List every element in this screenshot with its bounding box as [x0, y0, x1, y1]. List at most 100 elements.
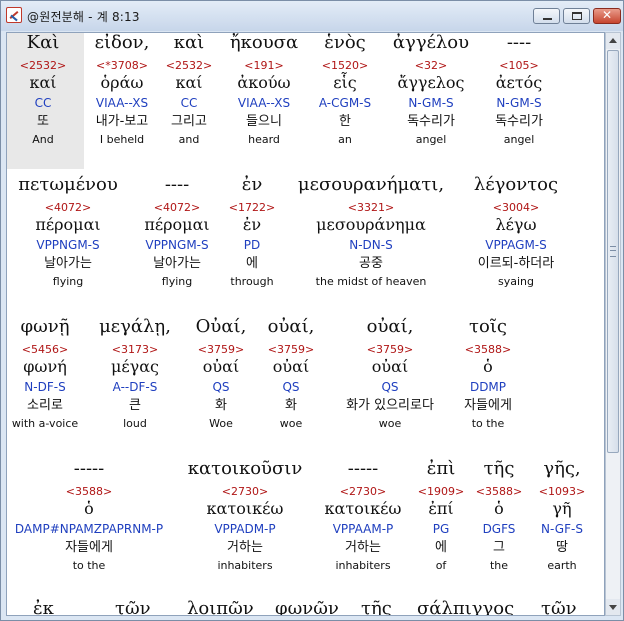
english-gloss: I beheld — [99, 133, 145, 146]
minimize-button[interactable] — [533, 8, 560, 24]
word-cell[interactable]: φωνῇ <5456> φωνή N-DF-S 소리로 with a-voice — [11, 318, 79, 432]
korean-gloss: 큰 — [129, 398, 141, 413]
korean-gloss: 거하는 — [227, 540, 263, 555]
english-gloss: the — [489, 559, 509, 572]
english-gloss: loud — [123, 417, 147, 430]
korean-gloss: 독수리가 — [407, 114, 455, 129]
korean-gloss: 독수리가 — [495, 114, 543, 129]
korean-gloss: 한 — [339, 114, 351, 129]
greek-text: λέγοντος — [473, 174, 559, 195]
word-cell[interactable]: εἶδον, <*3708> ὁράω VIAA--XS 내가-보고 I beh… — [85, 34, 159, 148]
lemma: οὐαί — [371, 357, 409, 376]
greek-text-partial: ἐκ — [33, 598, 54, 616]
word-cell[interactable]: ----- <2730> κατοικέω VPPAAM-P 거하는 inhab… — [317, 460, 409, 574]
english-gloss: Woe — [209, 417, 233, 430]
greek-text: ἑνὸς — [324, 32, 366, 53]
greek-text: πετωμένου — [18, 174, 118, 195]
greek-text: Καὶ — [26, 32, 60, 53]
word-cell[interactable]: ἑνὸς <1520> εἷς A-CGM-S 한 an — [310, 34, 380, 148]
english-gloss: through — [230, 275, 274, 288]
word-cell[interactable]: οὐαί, <3759> οὐαί QS 화 woe — [259, 318, 323, 432]
greek-text: φωνῇ — [20, 316, 70, 337]
word-cell[interactable]: ----- <3588> ὁ DAMP#NPAMZPAPRNM-P 자들에게 t… — [9, 460, 169, 574]
word-cell[interactable]: ἐπὶ <1909> ἐπί PG 에 of — [415, 460, 467, 574]
lemma: ἀκούω — [237, 73, 291, 92]
word-cell[interactable]: γῆς, <1093> γῆ N-GF-S 땅 earth — [531, 460, 593, 574]
parsing-code: N-DF-S — [24, 380, 66, 394]
word-cell[interactable]: κατοικοῦσιν <2730> κατοικέω VPPADM-P 거하는… — [177, 460, 313, 574]
title-bar[interactable]: @원전분해 - 계 8:13 ✕ — [1, 1, 623, 31]
vertical-scrollbar[interactable] — [605, 32, 621, 616]
interlinear-view[interactable]: Καὶ <2532> καί CC 또 And εἶδον, <*3708> ὁ… — [6, 32, 605, 616]
korean-gloss: 자들에게 — [65, 540, 113, 555]
word-cell[interactable]: ---- <4072> πέρομαι VPPNGM-S 날아가는 flying — [133, 176, 221, 290]
parsing-code: DAMP#NPAMZPAPRNM-P — [14, 522, 164, 536]
word-cell[interactable]: Καὶ <2532> καί CC 또 And — [13, 34, 73, 148]
word-cell[interactable]: ---- <105> ἀετός N-GM-S 독수리가 angel — [482, 34, 556, 148]
korean-gloss: 들으니 — [246, 114, 282, 129]
word-cell[interactable]: ἐν <1722> ἐν PD 에 through — [223, 176, 281, 290]
english-gloss: of — [435, 559, 447, 572]
scroll-down-button[interactable] — [606, 599, 620, 615]
parsing-code: N-GM-S — [408, 96, 454, 110]
korean-gloss: 공중 — [359, 256, 383, 271]
lemma: καί — [175, 73, 203, 92]
lemma: φωνή — [23, 357, 67, 376]
greek-text: ---- — [164, 174, 190, 195]
lemma: πέρομαι — [144, 215, 210, 234]
parsing-code: VIAA--XS — [237, 96, 291, 110]
greek-text: μεγάλῃ, — [99, 316, 171, 337]
korean-gloss: 날아가는 — [44, 256, 92, 271]
lemma: ἐν — [242, 215, 262, 234]
word-cell[interactable]: μεγάλῃ, <3173> μέγας A--DF-S 큰 loud — [91, 318, 179, 432]
word-cell[interactable]: πετωμένου <4072> πέρομαι VPPNGM-S 날아가는 f… — [9, 176, 127, 290]
english-gloss: and — [178, 133, 200, 146]
word-cell[interactable]: τοῖς <3588> ὁ DDMP 자들에게 to the — [453, 318, 523, 432]
greek-text: οὐαί, — [366, 316, 414, 337]
parsing-code: N-GM-S — [496, 96, 542, 110]
english-gloss: the midst of heaven — [315, 275, 427, 288]
app-logo-icon[interactable] — [6, 7, 22, 23]
word-cell[interactable]: ἤκουσα <191> ἀκούω VIAA--XS 들으니 heard — [219, 34, 309, 148]
english-gloss: syaing — [498, 275, 534, 288]
parsing-code: VPPNGM-S — [36, 238, 100, 252]
greek-text-partial: λοιπῶν — [187, 598, 254, 616]
word-cell[interactable]: ἀγγέλου <32> ἄγγελος N-GM-S 독수리가 angel — [381, 34, 481, 148]
lemma: ὁράω — [100, 73, 144, 92]
window-title: @원전분해 - 계 8:13 — [27, 10, 140, 24]
word-cell[interactable]: μεσουρανήματι, <3321> μεσουράνημα N-DN-S… — [285, 176, 457, 290]
parsing-code: CC — [34, 96, 52, 110]
parsing-code: QS — [282, 380, 300, 394]
word-cell[interactable]: τῆς <3588> ὁ DGFS 그 the — [471, 460, 527, 574]
maximize-button[interactable] — [563, 8, 590, 24]
korean-gloss: 그 — [493, 540, 505, 555]
parsing-code: PG — [432, 522, 450, 536]
word-cell[interactable]: Οὐαί, <3759> οὐαί QS 화 Woe — [189, 318, 253, 432]
parsing-code: N-DN-S — [349, 238, 393, 252]
korean-gloss: 자들에게 — [464, 398, 512, 413]
parsing-code: VIAA--XS — [95, 96, 149, 110]
english-gloss: inhabiters — [335, 559, 391, 572]
greek-text: ----- — [347, 458, 379, 479]
close-button[interactable]: ✕ — [593, 8, 621, 24]
korean-gloss: 날아가는 — [153, 256, 201, 271]
grip-icon — [610, 246, 616, 257]
scrollbar-thumb[interactable] — [607, 50, 619, 453]
greek-text: μεσουρανήματι, — [297, 174, 445, 195]
lemma: κατοικέω — [206, 499, 284, 518]
parsing-code: DDMP — [469, 380, 507, 394]
word-cell[interactable]: οὐαί, <3759> οὐαί QS 화가 있으리로다 woe — [331, 318, 449, 432]
word-cell[interactable]: καὶ <2532> καί CC 그리고 and — [160, 34, 218, 148]
minimize-icon — [543, 18, 552, 20]
parsing-code: PD — [243, 238, 261, 252]
lemma: καί — [29, 73, 57, 92]
lemma: ἄγγελος — [397, 73, 465, 92]
greek-text-partial: φωνῶν — [275, 598, 339, 616]
lemma: οὐαί — [272, 357, 310, 376]
greek-text: εἶδον, — [94, 32, 150, 53]
word-cell[interactable]: λέγοντος <3004> λέγω VPPAGM-S 이르되-하더라 sy… — [463, 176, 569, 290]
korean-gloss: 그리고 — [171, 114, 207, 129]
greek-text: κατοικοῦσιν — [187, 458, 303, 479]
greek-text-partial: τῶν — [115, 598, 151, 616]
scroll-up-button[interactable] — [606, 33, 620, 49]
